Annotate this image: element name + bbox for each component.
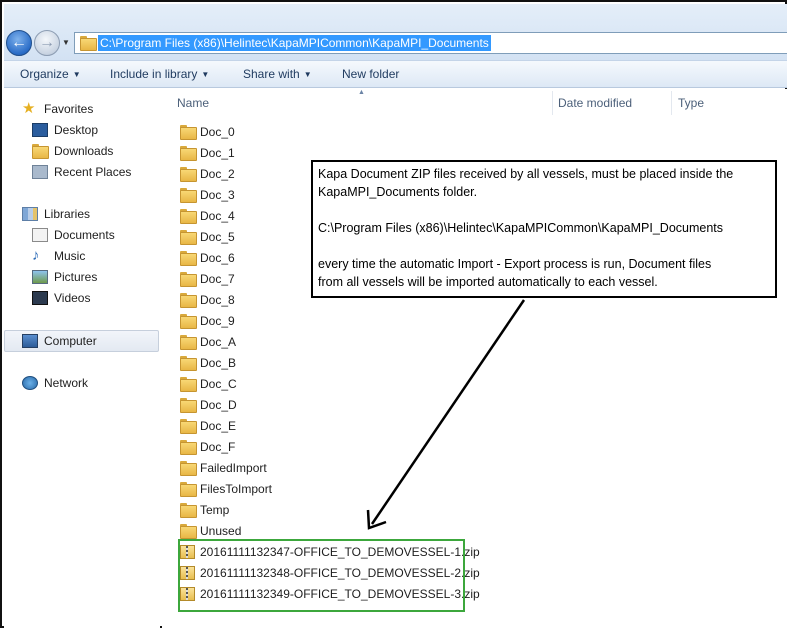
folder-icon — [180, 251, 197, 266]
nav-recent-places-label: Recent Places — [54, 165, 132, 179]
folder-icon — [180, 230, 197, 245]
folder-icon — [180, 461, 197, 476]
folder-name: Doc_4 — [200, 209, 235, 223]
pictures-icon — [32, 270, 48, 284]
folder-icon — [180, 146, 197, 161]
folder-name: Temp — [200, 503, 230, 517]
folder-name: FilesToImport — [200, 482, 273, 496]
nav-favorites-label: Favorites — [44, 102, 94, 116]
nav-pictures-label: Pictures — [54, 270, 98, 284]
folder-icon — [180, 314, 197, 329]
share-with-label: Share with — [243, 67, 300, 81]
folder-icon — [180, 272, 197, 287]
folder-icon — [180, 419, 197, 434]
nav-libraries-label: Libraries — [44, 207, 91, 221]
folder-name: Doc_3 — [200, 188, 235, 202]
folder-icon — [180, 503, 197, 518]
annotation-line: every time the automatic Import - Export… — [318, 257, 712, 271]
folder-name: Doc_E — [200, 419, 237, 433]
include-in-library-label: Include in library — [110, 67, 198, 81]
organize-label: Organize — [20, 67, 69, 81]
folder-icon — [180, 356, 197, 371]
folder-name: Unused — [200, 524, 242, 538]
column-header-name[interactable]: Name — [177, 96, 209, 110]
share-with-button[interactable]: Share with ▼ — [243, 67, 312, 81]
annotation-line: C:\Program Files (x86)\Helintec\KapaMPIC… — [318, 221, 724, 235]
nav-music-label: Music — [54, 249, 86, 263]
folder-icon — [180, 335, 197, 350]
recent-places-icon — [32, 165, 48, 179]
folder-name: Doc_C — [200, 377, 237, 391]
annotation-line: KapaMPI_Documents folder. — [318, 185, 478, 199]
nav-videos-label: Videos — [54, 291, 91, 305]
folder-icon — [80, 36, 97, 51]
computer-icon — [22, 334, 38, 348]
folder-name: Doc_B — [200, 356, 237, 370]
arrow-right-icon: → — [39, 34, 55, 51]
arrow-left-icon: ← — [11, 34, 27, 51]
music-icon: ♪ — [32, 247, 40, 264]
folder-name: Doc_0 — [200, 125, 235, 139]
folder-icon — [180, 188, 197, 203]
organize-button[interactable]: Organize ▼ — [20, 67, 81, 81]
new-folder-button[interactable]: New folder — [342, 67, 399, 81]
folder-name: Doc_9 — [200, 314, 235, 328]
videos-icon — [32, 291, 48, 305]
column-divider[interactable] — [671, 91, 672, 115]
nav-network-label: Network — [44, 376, 89, 390]
address-bar[interactable]: C:\Program Files (x86)\Helintec\KapaMPIC… — [74, 32, 787, 54]
folder-icon — [180, 209, 197, 224]
star-icon: ★ — [22, 100, 36, 117]
address-row: ← → ▼ C:\Program Files (x86)\Helintec\Ka… — [4, 4, 787, 60]
folder-icon — [180, 482, 197, 497]
folder-name: Doc_1 — [200, 146, 235, 160]
folder-name: Doc_F — [200, 440, 236, 454]
folder-icon — [180, 377, 197, 392]
navigation-pane: ★ Favorites Desktop Downloads Recent Pla… — [4, 89, 160, 628]
address-path[interactable]: C:\Program Files (x86)\Helintec\KapaMPIC… — [98, 35, 491, 51]
annotation-callout: Kapa Document ZIP files received by all … — [311, 160, 777, 298]
folder-icon — [180, 167, 197, 182]
annotation-line: from all vessels will be imported automa… — [318, 275, 658, 289]
nav-computer-label: Computer — [44, 334, 97, 348]
column-divider[interactable] — [552, 91, 553, 115]
folder-name: Doc_8 — [200, 293, 235, 307]
explorer-window: ← → ▼ C:\Program Files (x86)\Helintec\Ka… — [0, 0, 787, 628]
annotation-line: Kapa Document ZIP files received by all … — [318, 167, 734, 181]
recent-pages-button[interactable]: ▼ — [62, 38, 72, 48]
downloads-icon — [32, 144, 49, 159]
folder-icon — [180, 524, 197, 539]
sort-up-icon: ▲ — [358, 89, 365, 96]
zip-files-highlight — [178, 539, 465, 612]
desktop-icon — [32, 123, 48, 137]
folder-name: Doc_6 — [200, 251, 235, 265]
folder-name: Doc_5 — [200, 230, 235, 244]
include-in-library-button[interactable]: Include in library ▼ — [110, 67, 209, 81]
chevron-down-icon: ▼ — [303, 70, 312, 79]
nav-downloads-label: Downloads — [54, 144, 114, 158]
nav-documents-label: Documents — [54, 228, 115, 242]
back-button[interactable]: ← — [6, 30, 32, 56]
folder-icon — [180, 398, 197, 413]
folder-name: Doc_D — [200, 398, 237, 412]
forward-button[interactable]: → — [34, 30, 60, 56]
folder-icon — [180, 440, 197, 455]
network-icon — [22, 376, 38, 390]
folder-icon — [180, 293, 197, 308]
chevron-down-icon: ▼ — [72, 70, 81, 79]
chevron-down-icon: ▼ — [201, 70, 210, 79]
column-header-type[interactable]: Type — [678, 96, 704, 110]
folder-name: Doc_7 — [200, 272, 235, 286]
new-folder-label: New folder — [342, 67, 400, 81]
column-header-date-modified[interactable]: Date modified — [558, 96, 632, 110]
command-bar: Organize ▼ Include in library ▼ Share with… — [4, 60, 787, 88]
nav-desktop-label: Desktop — [54, 123, 99, 137]
folder-icon — [180, 125, 197, 140]
libraries-icon — [22, 207, 38, 221]
folder-name: Doc_A — [200, 335, 237, 349]
folder-name: Doc_2 — [200, 167, 235, 181]
documents-icon — [32, 228, 48, 242]
folder-name: FailedImport — [200, 461, 267, 475]
chevron-down-icon: ▼ — [62, 38, 70, 47]
